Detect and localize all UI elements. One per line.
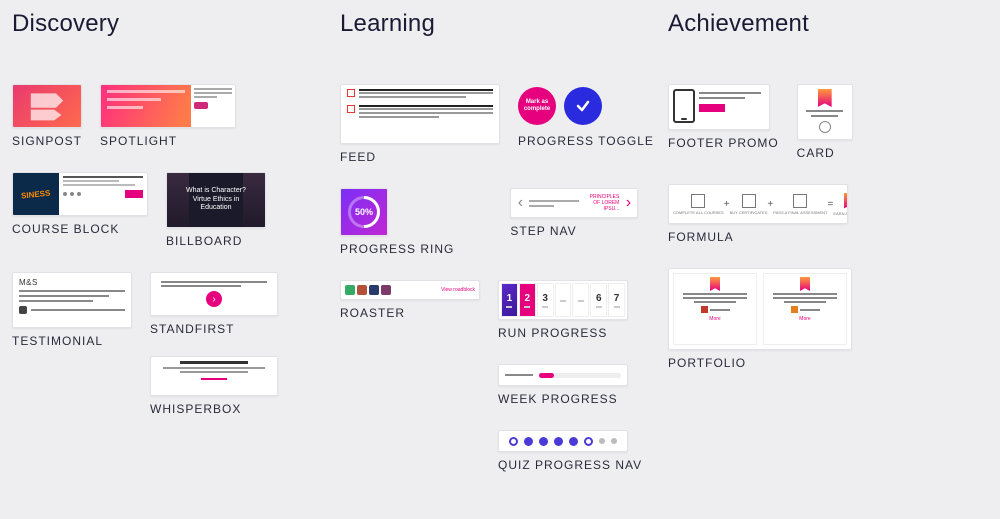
thumb-run-progress: 1 2 3 6 7 [498, 280, 628, 320]
pattern-feed[interactable]: FEED [340, 84, 500, 164]
heading-discovery: Discovery [12, 10, 332, 38]
column-learning: Learning FEED Mark as complete PROGRESS … [340, 10, 660, 472]
label-testimonial: TESTIMONIAL [12, 334, 132, 348]
label-portfolio: PORTFOLIO [668, 356, 852, 370]
thumb-spotlight [100, 84, 236, 128]
pattern-formula[interactable]: COMPLETE ALL COURSES + BUY CERTIFICATES … [668, 184, 848, 244]
award-icon [819, 121, 831, 133]
thumb-whisperbox [150, 356, 278, 396]
thumb-feed [340, 84, 500, 144]
pattern-standfirst[interactable]: › STANDFIRST WHISPERBOX [150, 272, 278, 416]
pattern-week-progress[interactable]: WEEK PROGRESS [498, 364, 628, 406]
label-progress-ring: PROGRESS RING [340, 242, 454, 256]
pattern-portfolio[interactable]: More More PORTFOLIO [668, 268, 852, 370]
heading-achievement: Achievement [668, 10, 988, 38]
heading-learning: Learning [340, 10, 660, 38]
thumb-billboard: What is Character? Virtue Ethics in Educ… [166, 172, 266, 228]
label-whisperbox: WHISPERBOX [150, 402, 278, 416]
label-week-progress: WEEK PROGRESS [498, 392, 628, 406]
chevron-right-icon: › [623, 198, 633, 208]
thumb-week-progress [498, 364, 628, 386]
pattern-progress-toggle[interactable]: Mark as complete PROGRESS TOGGLE [518, 84, 654, 164]
thumb-card [797, 84, 853, 140]
pattern-spotlight[interactable]: SPOTLIGHT [100, 84, 236, 148]
pattern-signpost[interactable]: SIGNPOST [12, 84, 82, 148]
label-progress-toggle: PROGRESS TOGGLE [518, 134, 654, 148]
label-feed: FEED [340, 150, 500, 164]
thumb-testimonial: M&S [12, 272, 132, 328]
arrow-icon: › [206, 291, 222, 307]
label-billboard: BILLBOARD [166, 234, 266, 248]
thumb-roaster: View roadblock [340, 280, 480, 300]
pattern-billboard[interactable]: What is Character? Virtue Ethics in Educ… [166, 172, 266, 248]
mark-complete-icon: Mark as complete [518, 87, 556, 125]
column-achievement: Achievement FOOTER PROMO CARD [668, 10, 988, 472]
pattern-footer-promo[interactable]: FOOTER PROMO [668, 84, 779, 160]
thumb-progress-toggle: Mark as complete [518, 84, 654, 128]
label-formula: FORMULA [668, 230, 848, 244]
thumb-footer-promo [668, 84, 770, 130]
thumb-portfolio: More More [668, 268, 852, 350]
ribbon-icon [818, 89, 832, 107]
ribbon-icon [710, 277, 720, 291]
pattern-roaster[interactable]: View roadblock ROASTER [340, 280, 480, 340]
label-course-block: COURSE BLOCK [12, 222, 148, 236]
pattern-testimonial[interactable]: M&S TESTIMONIAL [12, 272, 132, 416]
chevron-left-icon: ‹ [515, 198, 525, 208]
label-run-progress: RUN PROGRESS [498, 326, 628, 340]
pattern-progress-ring[interactable]: 50% PROGRESS RING [340, 188, 454, 256]
check-icon [564, 87, 602, 125]
thumb-quiz-progress-nav [498, 430, 628, 452]
label-roaster: ROASTER [340, 306, 480, 320]
ribbon-icon [800, 277, 810, 291]
column-discovery: Discovery SIGNPOST SPOTLIGHT SINESS [12, 10, 332, 472]
label-footer-promo: FOOTER PROMO [668, 136, 779, 150]
pattern-quiz-progress-nav[interactable]: QUIZ PROGRESS NAV [498, 430, 642, 472]
thumb-formula: COMPLETE ALL COURSES + BUY CERTIFICATES … [668, 184, 848, 224]
label-card: CARD [797, 146, 853, 160]
thumb-step-nav: ‹ PRINCIPLES OF LOREM IPSU... › [510, 188, 638, 218]
thumb-standfirst: › [150, 272, 278, 316]
label-step-nav: STEP NAV [510, 224, 638, 238]
thumb-course-block: SINESS [12, 172, 148, 216]
pattern-step-nav[interactable]: ‹ PRINCIPLES OF LOREM IPSU... › STEP NAV [510, 188, 638, 256]
phone-icon [673, 89, 695, 123]
pattern-card[interactable]: CARD [797, 84, 853, 160]
label-quiz-progress-nav: QUIZ PROGRESS NAV [498, 458, 642, 472]
label-spotlight: SPOTLIGHT [100, 134, 236, 148]
thumb-progress-ring: 50% [340, 188, 388, 236]
pattern-course-block[interactable]: SINESS COURSE BLOCK [12, 172, 148, 248]
label-standfirst: STANDFIRST [150, 322, 278, 336]
thumb-signpost [12, 84, 82, 128]
label-signpost: SIGNPOST [12, 134, 82, 148]
ribbon-icon [844, 193, 848, 209]
pattern-run-progress[interactable]: 1 2 3 6 7 RUN PROGRESS [498, 280, 628, 340]
